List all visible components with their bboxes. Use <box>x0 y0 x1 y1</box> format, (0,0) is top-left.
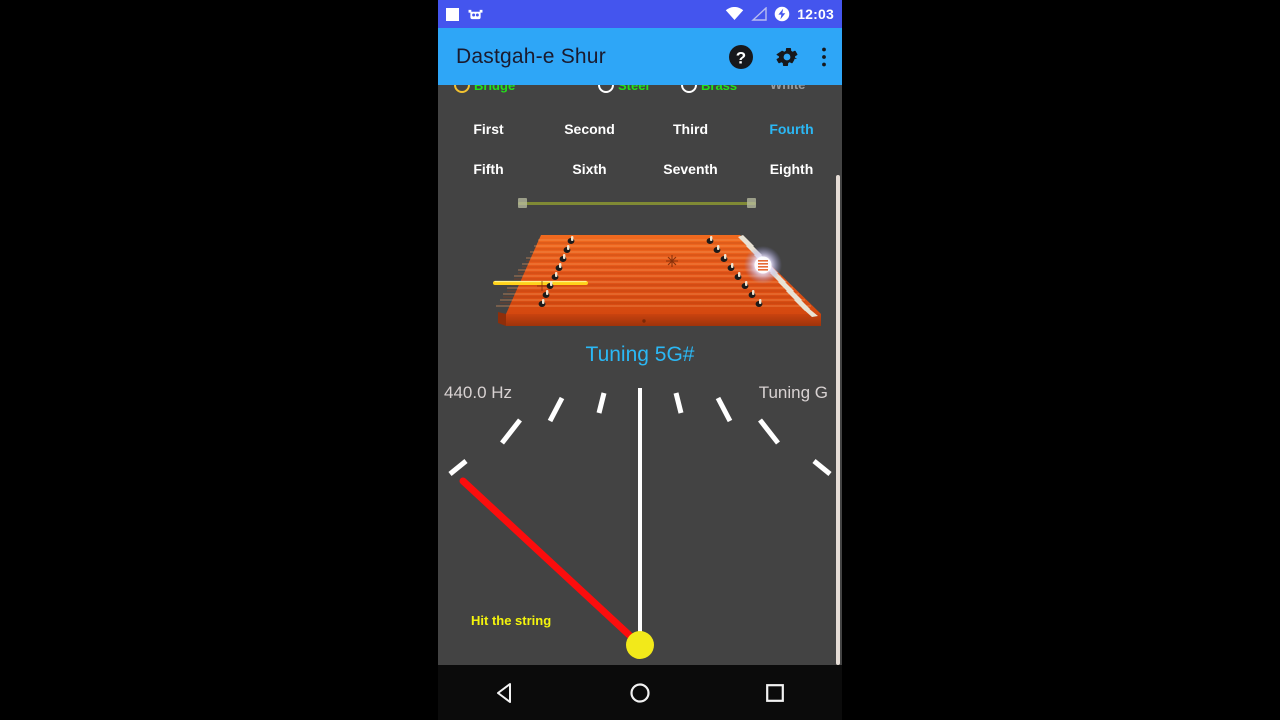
string-button-third[interactable]: Third <box>640 121 741 137</box>
slider-track <box>518 202 756 205</box>
svg-text:?: ? <box>736 48 746 67</box>
wifi-icon <box>725 7 744 20</box>
santur-front-edge <box>506 314 821 326</box>
radio-label-steel: Steel <box>618 85 650 93</box>
radio-label-brass: Brass <box>701 85 738 93</box>
status-bar: 12:03 <box>438 0 842 28</box>
string-button-sixth[interactable]: Sixth <box>539 161 640 177</box>
battery-charging-icon <box>774 6 790 22</box>
radio-label-white: White <box>770 85 805 92</box>
slider-handle-right[interactable] <box>747 198 756 208</box>
santur-instrument[interactable] <box>438 213 842 338</box>
radio-unselected-icon <box>681 85 697 93</box>
body-marker <box>642 319 646 323</box>
radio-option-brass[interactable]: Brass <box>681 85 737 93</box>
gauge-needle <box>459 477 644 649</box>
radio-label-bridge: Bridge <box>474 85 516 93</box>
bridge-position-slider[interactable] <box>518 198 756 208</box>
nav-back-button[interactable] <box>481 669 529 717</box>
string-selector-grid: First Second Third Fourth Fifth Sixth Se… <box>438 109 842 189</box>
gauge-ticks <box>448 388 832 635</box>
status-bar-system-icons: 12:03 <box>725 6 834 22</box>
gear-icon[interactable] <box>774 44 800 70</box>
string-button-seventh[interactable]: Seventh <box>640 161 741 177</box>
string-button-first[interactable]: First <box>438 121 539 137</box>
radio-option-white[interactable]: White <box>770 85 805 92</box>
string-hit-glow-indicator <box>744 246 782 284</box>
nav-recents-button[interactable] <box>751 669 799 717</box>
radio-unselected-icon <box>598 85 614 93</box>
gauge-pivot <box>626 631 654 659</box>
status-bar-notifications <box>446 7 483 21</box>
string-button-second[interactable]: Second <box>539 121 640 137</box>
slider-handle-left[interactable] <box>518 198 527 208</box>
string-row-1: First Second Third Fourth <box>438 109 842 149</box>
radio-selected-icon <box>454 85 470 93</box>
back-triangle-icon <box>497 682 512 703</box>
string-button-eighth[interactable]: Eighth <box>741 161 842 177</box>
tuner-gauge: 440.0 Hz Tuning G Hit the string <box>438 373 842 665</box>
tuning-note-label: Tuning 5G# <box>585 343 695 366</box>
bridge-option-row: Bridge Steel Brass White <box>438 85 842 103</box>
android-navigation-bar <box>438 665 842 720</box>
app-bar-actions: ? <box>728 44 828 70</box>
string-button-fourth[interactable]: Fourth <box>741 121 842 137</box>
phone-viewport: 12:03 Dastgah-e Shur ? Bridge Steel Bras… <box>438 0 842 720</box>
status-bar-clock: 12:03 <box>797 6 834 22</box>
string-button-fifth[interactable]: Fifth <box>438 161 539 177</box>
help-icon[interactable]: ? <box>728 44 754 70</box>
vertical-scrollbar[interactable] <box>836 175 840 665</box>
main-content: Bridge Steel Brass White First Sec <box>438 85 842 665</box>
radio-option-bridge[interactable]: Bridge <box>454 85 515 93</box>
app-bar: Dastgah-e Shur ? <box>438 28 842 85</box>
nav-home-button[interactable] <box>616 669 664 717</box>
santur-left-edge <box>498 312 506 326</box>
overflow-menu-icon[interactable] <box>820 44 828 70</box>
recents-square-icon <box>765 683 784 702</box>
home-circle-icon <box>630 682 650 703</box>
screenshot-root: 12:03 Dastgah-e Shur ? Bridge Steel Bras… <box>0 0 1280 720</box>
radio-option-steel[interactable]: Steel <box>598 85 649 93</box>
string-row-2: Fifth Sixth Seventh Eighth <box>438 149 842 189</box>
page-title: Dastgah-e Shur <box>456 44 606 68</box>
app-glyph-icon <box>468 9 483 19</box>
gauge-dial <box>448 388 832 659</box>
notification-square-icon <box>446 7 459 21</box>
signal-icon <box>751 7 767 21</box>
